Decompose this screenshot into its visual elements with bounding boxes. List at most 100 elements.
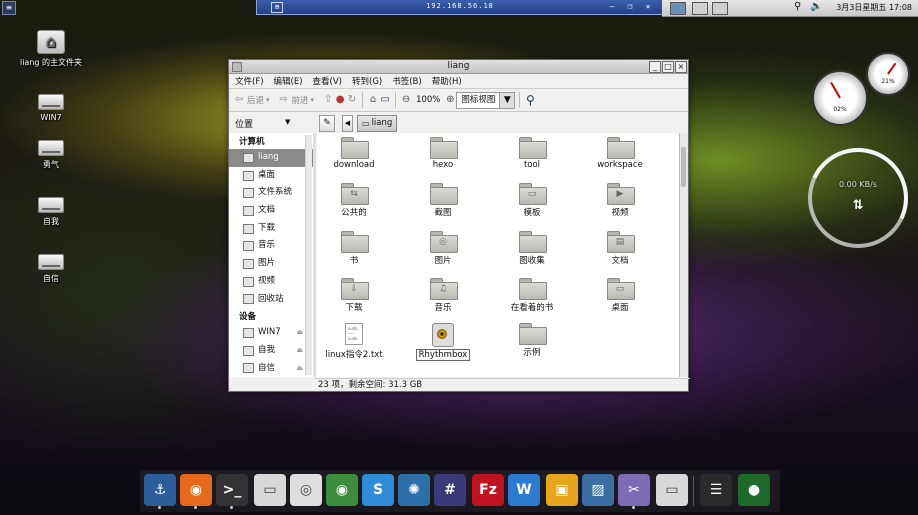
view-mode-select[interactable]: 图标视图 — [456, 91, 501, 109]
places-dropdown-icon[interactable]: ▼ — [285, 118, 290, 126]
remote-close-button[interactable]: ✕ — [643, 2, 653, 11]
firefox-icon[interactable]: ◉ — [180, 474, 212, 509]
remote-restore-button[interactable]: ❐ — [625, 2, 635, 11]
window-titlebar[interactable]: liang _ □ × — [229, 60, 688, 74]
terminal-icon[interactable]: >_ — [216, 474, 248, 509]
menu-help[interactable]: 帮助(H) — [432, 74, 462, 88]
remote-menu-icon[interactable]: ≡ — [2, 1, 16, 15]
sidebar-item-downloads[interactable]: 下载 — [229, 220, 313, 238]
computer-icon[interactable]: ▭ — [379, 94, 391, 106]
panel-clock[interactable]: 3月3日星期五 17:08 — [836, 2, 912, 13]
desktop-icon-home[interactable]: liang 的主文件夹 — [11, 30, 91, 68]
chevron-down-icon[interactable]: ▼ — [500, 91, 516, 109]
screenshot-tool-icon[interactable]: ✂ — [618, 474, 650, 509]
menu-edit[interactable]: 编辑(E) — [274, 74, 303, 88]
desktop-icon-zixin[interactable]: 自信 — [11, 254, 91, 284]
sidebar-item-ziwo[interactable]: 自我 ⏏ — [229, 342, 313, 360]
virtualbox-icon[interactable]: ▣ — [546, 474, 578, 506]
sidebar-item-zixin[interactable]: 自信 ⏏ — [229, 360, 313, 377]
back-dropdown-icon[interactable]: ▾ — [266, 96, 270, 104]
file-item[interactable]: 图收集 — [491, 231, 573, 266]
file-item[interactable]: ⇩ 下载 — [317, 278, 395, 313]
rhythmbox-icon[interactable]: ◎ — [290, 474, 322, 506]
green-orb-icon[interactable]: ● — [738, 474, 770, 506]
sidebar-item-liang[interactable]: liang — [229, 149, 313, 167]
image-viewer-icon[interactable]: ▨ — [582, 474, 614, 506]
chrome-icon[interactable]: ◉ — [326, 474, 358, 506]
file-item[interactable]: 书 — [317, 231, 395, 266]
scrollbar-thumb[interactable] — [681, 147, 686, 187]
search-icon[interactable]: ⚲ — [524, 94, 536, 106]
sidebar-item-videos[interactable]: 视频 — [229, 273, 313, 291]
file-item[interactable]: ▭ 桌面 — [579, 278, 661, 313]
volume-icon[interactable]: 🔈 — [810, 1, 822, 12]
drive-icon[interactable]: ▭ — [254, 474, 286, 506]
pane-splitter[interactable] — [313, 133, 316, 377]
zoom-in-icon[interactable]: ⊕ — [444, 94, 456, 106]
eject-icon[interactable]: ⏏ — [296, 360, 303, 377]
user-icon[interactable]: ⚲ — [794, 1, 801, 12]
file-item[interactable]: workspace — [579, 137, 661, 170]
sidebar-item-documents[interactable]: 文档 — [229, 202, 313, 220]
zoom-out-icon[interactable]: ⊖ — [400, 94, 412, 106]
minimize-button[interactable]: _ — [649, 61, 661, 73]
up-arrow-icon[interactable]: ⇧ — [322, 94, 334, 106]
home-icon[interactable]: ⌂ — [367, 94, 379, 106]
menu-bookmarks[interactable]: 书签(B) — [392, 74, 421, 88]
menu-file[interactable]: 文件(F) — [235, 74, 264, 88]
workspace-switcher-icon[interactable]: ☰ — [700, 474, 732, 506]
file-item[interactable]: tool — [491, 137, 573, 170]
file-item[interactable]: sudo ---- sudo linux指令2.txt — [317, 323, 395, 360]
wps-writer-icon[interactable]: W — [508, 474, 540, 506]
desktop-icon-win7[interactable]: WIN7 — [11, 94, 91, 122]
workspace-icon[interactable] — [692, 2, 708, 15]
workspace-icon[interactable] — [712, 2, 728, 15]
sidebar-item-trash[interactable]: 回收站 — [229, 291, 313, 309]
reload-icon[interactable]: ↻ — [346, 94, 358, 106]
sidebar-item-filesystem[interactable]: 文件系统 — [229, 184, 313, 202]
sidebar-item-desktop[interactable]: 桌面 — [229, 167, 313, 185]
file-item[interactable]: ▭ 模板 — [491, 183, 573, 218]
dev-tool-icon[interactable]: # — [434, 474, 466, 506]
sidebar-scrollbar[interactable] — [305, 135, 312, 375]
filezilla-icon[interactable]: Fz — [472, 474, 504, 506]
remote-minimize-button[interactable]: — — [607, 2, 617, 11]
menu-go[interactable]: 转到(G) — [352, 74, 382, 88]
swirl-app-icon[interactable]: ✺ — [398, 474, 430, 506]
file-item[interactable]: ♫ 音乐 — [402, 278, 484, 313]
places-label[interactable]: 位置 — [235, 117, 253, 130]
file-item[interactable]: 截图 — [402, 183, 484, 218]
eject-icon[interactable]: ⏏ — [296, 324, 303, 342]
file-view-scrollbar[interactable] — [679, 133, 688, 377]
show-desktop-icon[interactable] — [670, 2, 686, 15]
maximize-button[interactable]: □ — [662, 61, 674, 73]
eject-icon[interactable]: ⏏ — [296, 342, 303, 360]
file-item[interactable]: hexo — [402, 137, 484, 170]
sogou-input-icon[interactable]: S — [362, 474, 394, 506]
sidebar-item-win7[interactable]: WIN7 ⏏ — [229, 324, 313, 342]
sidebar-item-music[interactable]: 音乐 — [229, 237, 313, 255]
path-button-liang[interactable]: ▭ liang — [357, 115, 398, 132]
file-item[interactable]: ⇆ 公共的 — [317, 183, 395, 218]
removable-drive-icon[interactable]: ▭ — [656, 474, 688, 506]
file-item[interactable]: ▤ 文档 — [579, 231, 661, 266]
forward-button[interactable]: ⇨ 前进 ▾ — [278, 94, 315, 106]
path-left-arrow-icon[interactable]: ◀ — [342, 115, 353, 132]
desktop-icon-yongqi[interactable]: 勇气 — [11, 140, 91, 170]
forward-dropdown-icon[interactable]: ▾ — [311, 96, 315, 104]
window-menu-icon[interactable] — [232, 62, 242, 72]
back-button[interactable]: ⇦ 后退 ▾ — [233, 94, 270, 106]
file-item[interactable]: 在看着的书 — [491, 278, 573, 313]
file-item[interactable]: 示例 — [491, 323, 573, 358]
anchor-app-icon[interactable]: ⚓ — [144, 474, 176, 509]
stop-icon[interactable]: ● — [334, 94, 346, 106]
menu-view[interactable]: 查看(V) — [313, 74, 342, 88]
file-item[interactable]: ▶ 视频 — [579, 183, 661, 218]
file-item[interactable]: download — [317, 137, 395, 170]
sidebar-item-pictures[interactable]: 图片 — [229, 255, 313, 273]
file-item[interactable]: Rhythmbox — [402, 323, 484, 361]
location-edit-icon[interactable]: ✎ — [319, 115, 335, 132]
file-item[interactable]: ◎ 图片 — [402, 231, 484, 266]
desktop-icon-ziwo[interactable]: 自我 — [11, 197, 91, 227]
close-button[interactable]: × — [675, 61, 687, 73]
